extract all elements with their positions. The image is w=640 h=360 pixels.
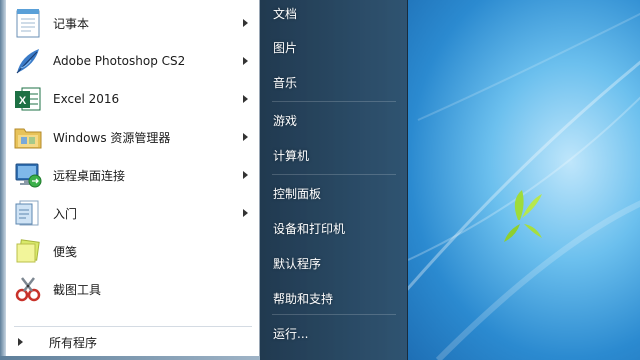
folder-explorer-icon <box>12 121 44 153</box>
submenu-arrow-icon[interactable] <box>243 171 248 179</box>
submenu-arrow-icon[interactable] <box>243 57 248 65</box>
program-label: 截图工具 <box>53 282 102 297</box>
links-divider <box>272 101 396 102</box>
link-label: 运行... <box>273 326 309 341</box>
link-default-programs[interactable]: 默认程序 <box>260 249 406 277</box>
program-label: 记事本 <box>53 16 90 31</box>
sticky-notes-icon <box>12 235 44 267</box>
program-label: Adobe Photoshop CS2 <box>53 54 186 68</box>
program-excel[interactable]: X Excel 2016 <box>8 80 258 118</box>
desktop-wallpaper <box>408 0 640 360</box>
program-label: Windows 资源管理器 <box>53 130 171 145</box>
start-menu-programs-pane: 记事本 Adobe Photoshop CS2 X Excel 2016 Win… <box>0 0 260 360</box>
all-programs-button[interactable]: 所有程序 <box>8 331 258 353</box>
link-label: 音乐 <box>273 75 298 90</box>
bamboo-leaf-icon <box>504 190 542 242</box>
link-documents[interactable]: 文档 <box>260 0 406 27</box>
notepad-icon <box>12 7 44 39</box>
link-control-panel[interactable]: 控制面板 <box>260 179 406 207</box>
link-run[interactable]: 运行... <box>260 319 406 347</box>
link-label: 图片 <box>273 40 298 55</box>
program-label: 入门 <box>53 206 78 221</box>
link-label: 文档 <box>273 6 298 21</box>
program-windows-explorer[interactable]: Windows 资源管理器 <box>8 118 258 156</box>
remote-desktop-icon <box>12 159 44 191</box>
scissors-icon <box>12 273 44 305</box>
links-divider <box>272 174 396 175</box>
divider <box>14 326 252 327</box>
submenu-arrow-icon[interactable] <box>243 133 248 141</box>
link-label: 默认程序 <box>273 256 322 271</box>
program-getting-started[interactable]: 入门 <box>8 194 258 232</box>
excel-icon: X <box>12 83 44 115</box>
program-photoshop[interactable]: Adobe Photoshop CS2 <box>8 42 258 80</box>
link-label: 控制面板 <box>273 186 322 201</box>
photoshop-feather-icon <box>12 45 44 77</box>
submenu-arrow-icon[interactable] <box>243 19 248 27</box>
program-snipping-tool[interactable]: 截图工具 <box>8 270 258 308</box>
submenu-arrow-icon[interactable] <box>243 95 248 103</box>
program-label: 远程桌面连接 <box>53 168 126 183</box>
link-music[interactable]: 音乐 <box>260 68 406 96</box>
link-label: 设备和打印机 <box>273 221 346 236</box>
all-programs-label: 所有程序 <box>49 335 98 350</box>
program-sticky-notes[interactable]: 便笺 <box>8 232 258 270</box>
program-label: Excel 2016 <box>53 92 120 106</box>
program-remote-desktop[interactable]: 远程桌面连接 <box>8 156 258 194</box>
program-label: 便笺 <box>53 244 78 259</box>
svg-text:X: X <box>19 95 27 107</box>
wallpaper-art <box>408 12 640 360</box>
link-help-support[interactable]: 帮助和支持 <box>260 284 406 312</box>
link-games[interactable]: 游戏 <box>260 106 406 134</box>
link-pictures[interactable]: 图片 <box>260 33 406 61</box>
pinned-programs-list: 记事本 Adobe Photoshop CS2 X Excel 2016 Win… <box>8 4 258 308</box>
pane-bottom-edge <box>0 356 260 360</box>
all-programs-arrow-icon <box>18 338 23 346</box>
pane-edge <box>0 0 6 360</box>
getting-started-icon <box>12 197 44 229</box>
start-menu-links-pane: 文档 图片 音乐 游戏 计算机 控制面板 设备和打印机 默认程序 帮助和支持 运… <box>260 0 408 360</box>
link-devices-printers[interactable]: 设备和打印机 <box>260 214 406 242</box>
link-label: 计算机 <box>273 148 310 163</box>
program-notepad[interactable]: 记事本 <box>8 4 258 42</box>
links-divider <box>272 314 396 315</box>
link-computer[interactable]: 计算机 <box>260 141 406 169</box>
submenu-arrow-icon[interactable] <box>243 209 248 217</box>
link-label: 游戏 <box>273 113 298 128</box>
link-label: 帮助和支持 <box>273 291 334 306</box>
